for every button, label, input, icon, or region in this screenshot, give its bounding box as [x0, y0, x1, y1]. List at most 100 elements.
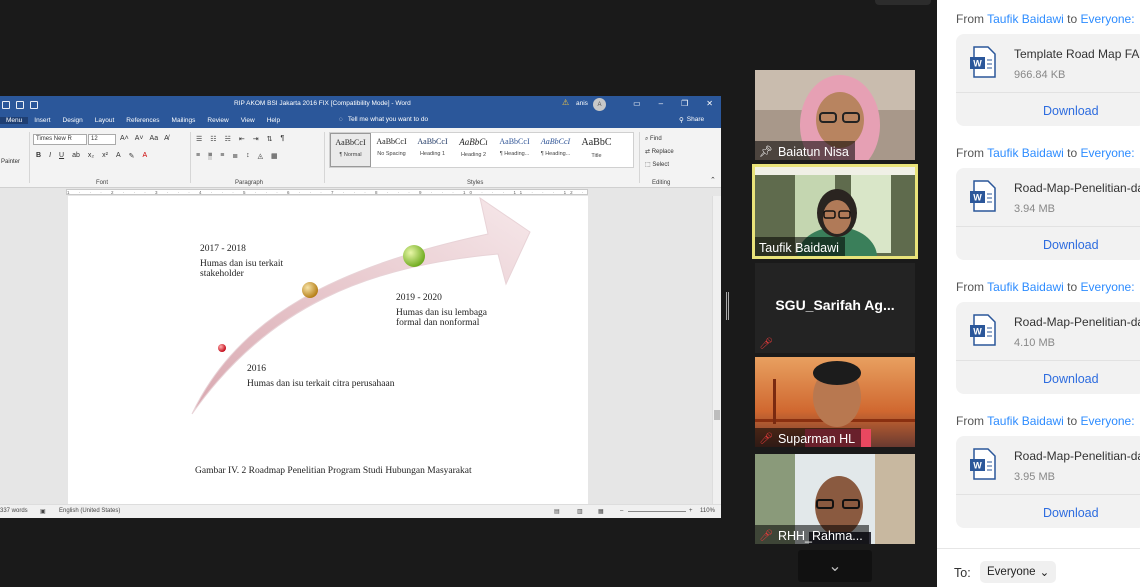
- shrink-font-icon[interactable]: A˅: [135, 135, 144, 142]
- to-prefix: to: [1063, 414, 1081, 428]
- avatar[interactable]: A: [593, 98, 606, 111]
- restore-icon[interactable]: ❐: [681, 99, 688, 108]
- vertical-scrollbar[interactable]: [712, 196, 721, 504]
- tab-review[interactable]: Review: [201, 117, 234, 124]
- language-label[interactable]: English (United States): [59, 508, 120, 514]
- sender-name[interactable]: Taufik Baidawi: [987, 12, 1064, 26]
- format-painter-label[interactable]: Painter: [1, 159, 20, 165]
- download-button[interactable]: Download: [956, 494, 1140, 528]
- font-size-select[interactable]: 12: [88, 134, 116, 145]
- replace-label: Replace: [651, 149, 674, 155]
- superscript-icon[interactable]: x²: [102, 152, 108, 160]
- text-effects-icon[interactable]: A: [116, 152, 121, 160]
- find-button[interactable]: ⌕ Find: [645, 133, 674, 146]
- share-button[interactable]: ⚲ Share: [679, 116, 704, 124]
- close-icon[interactable]: ✕: [706, 99, 713, 108]
- grow-font-icon[interactable]: A˄: [120, 135, 129, 142]
- video-tile-off[interactable]: SGU_Sarifah Ag... 🎤︎: [755, 263, 915, 353]
- align-left-icon[interactable]: ≡: [196, 152, 200, 160]
- style-heading-1[interactable]: AaBbCcI Heading 1: [412, 133, 453, 167]
- strikethrough-icon[interactable]: ab: [72, 152, 80, 160]
- find-label: Find: [650, 136, 662, 142]
- download-button[interactable]: Download: [956, 92, 1140, 126]
- tab-design[interactable]: Design: [57, 117, 89, 124]
- zoom-in-icon[interactable]: +: [689, 508, 693, 514]
- italic-icon[interactable]: I: [49, 152, 51, 160]
- style-normal[interactable]: AaBbCcI ¶ Normal: [330, 133, 371, 167]
- align-center-icon[interactable]: ≡: [208, 152, 213, 160]
- sort-icon[interactable]: ⇅: [267, 135, 273, 143]
- tab-help[interactable]: Help: [261, 117, 286, 124]
- shading-icon[interactable]: ◬: [258, 152, 263, 160]
- multilevel-icon[interactable]: ☵: [225, 135, 231, 143]
- video-tile[interactable]: 📌︎ Baiatun Nisa: [755, 70, 915, 160]
- video-tile[interactable]: 🎤︎ Suparman HL: [755, 357, 915, 447]
- download-button[interactable]: Download: [956, 226, 1140, 260]
- borders-icon[interactable]: ▦: [271, 152, 278, 160]
- bold-icon[interactable]: B: [36, 152, 41, 160]
- minimize-icon[interactable]: –: [659, 99, 663, 108]
- tab-insert[interactable]: Insert: [28, 117, 56, 124]
- tab-references[interactable]: References: [120, 117, 165, 124]
- clear-format-icon[interactable]: A̸: [164, 135, 169, 142]
- ribbon-display-icon[interactable]: ▭: [633, 99, 641, 108]
- horizontal-ruler: 1 · · · 2 · · · 3 · · · 4 · · · 5 · · · …: [0, 188, 721, 196]
- style-heading-4[interactable]: AaBbCcI ¶ Heading...: [535, 133, 576, 167]
- select-button[interactable]: ⬚ Select: [645, 159, 674, 172]
- font-color-icon[interactable]: A: [142, 152, 147, 160]
- justify-icon[interactable]: ≣: [232, 152, 238, 160]
- sender-name[interactable]: Taufik Baidawi: [987, 280, 1064, 294]
- web-layout-icon[interactable]: ▦: [598, 508, 604, 515]
- tab-menu[interactable]: Menu: [0, 117, 29, 124]
- decrease-indent-icon[interactable]: ⇤: [239, 135, 245, 143]
- print-layout-icon[interactable]: ▥: [577, 508, 583, 515]
- replace-button[interactable]: ⇄ Replace: [645, 146, 674, 159]
- top-toolbar-handle[interactable]: [875, 0, 931, 5]
- panel-resize-handle[interactable]: [726, 292, 729, 320]
- recipient-select[interactable]: Everyone ⌄: [980, 561, 1057, 583]
- line-spacing-icon[interactable]: ↕: [246, 152, 250, 160]
- scroll-down-button[interactable]: ⌄: [798, 550, 872, 582]
- style-no-spacing[interactable]: AaBbCcI No Spacing: [371, 133, 412, 167]
- bullets-icon[interactable]: ☰: [196, 135, 202, 143]
- milestone-1-text: stakeholder: [200, 269, 244, 279]
- change-case-icon[interactable]: Aa: [150, 135, 159, 142]
- word-count[interactable]: 337 words: [0, 508, 28, 514]
- document-page[interactable]: 2017 - 2018 Humas dan isu terkait stakeh…: [68, 196, 588, 504]
- style-title[interactable]: AaBbC Title: [576, 133, 617, 167]
- message-header: From Taufik Baidawi to Everyone:: [956, 12, 1135, 26]
- show-marks-icon[interactable]: ¶: [280, 135, 284, 143]
- numbering-icon[interactable]: ☷: [210, 135, 216, 143]
- autosave-icon[interactable]: [2, 100, 10, 109]
- zoom-level[interactable]: 110%: [700, 508, 715, 514]
- tab-mailings[interactable]: Mailings: [166, 117, 202, 124]
- tab-layout[interactable]: Layout: [89, 117, 121, 124]
- tell-me-box[interactable]: ◌ Tell me what you want to do: [339, 116, 428, 123]
- sender-name[interactable]: Taufik Baidawi: [987, 146, 1064, 160]
- increase-indent-icon[interactable]: ⇥: [253, 135, 259, 143]
- align-right-icon[interactable]: ≡: [220, 152, 224, 160]
- style-heading-3[interactable]: AaBbCcI ¶ Heading...: [494, 133, 535, 167]
- video-tile-active-speaker[interactable]: Taufik Baidawi: [752, 164, 918, 259]
- scrollbar-thumb[interactable]: [714, 410, 720, 420]
- subscript-icon[interactable]: x₂: [88, 152, 94, 160]
- video-tile[interactable]: 🎤︎ RHH_Rahma...: [755, 454, 915, 544]
- highlight-icon[interactable]: ✎: [129, 152, 135, 160]
- mic-muted-icon: 🎤︎: [759, 530, 773, 542]
- zoom-slider[interactable]: [628, 511, 686, 512]
- sender-name[interactable]: Taufik Baidawi: [987, 414, 1064, 428]
- style-name: No Spacing: [377, 151, 406, 157]
- print-preview-icon[interactable]: [16, 100, 24, 109]
- milestone-2017-marker: [302, 282, 318, 298]
- download-button[interactable]: Download: [956, 360, 1140, 394]
- tab-view[interactable]: View: [235, 117, 261, 124]
- zoom-out-icon[interactable]: –: [620, 508, 623, 514]
- collapse-ribbon-icon[interactable]: ⌃: [710, 176, 716, 184]
- recipient-name: Everyone:: [1080, 12, 1135, 26]
- proofing-icon[interactable]: ▣: [40, 508, 46, 515]
- style-heading-2[interactable]: AaBbCı Heading 2: [453, 133, 494, 167]
- read-mode-icon[interactable]: ▤: [554, 508, 560, 515]
- undo-icon[interactable]: [30, 100, 38, 109]
- underline-icon[interactable]: U: [59, 152, 64, 160]
- font-name-select[interactable]: Times New R: [33, 134, 87, 145]
